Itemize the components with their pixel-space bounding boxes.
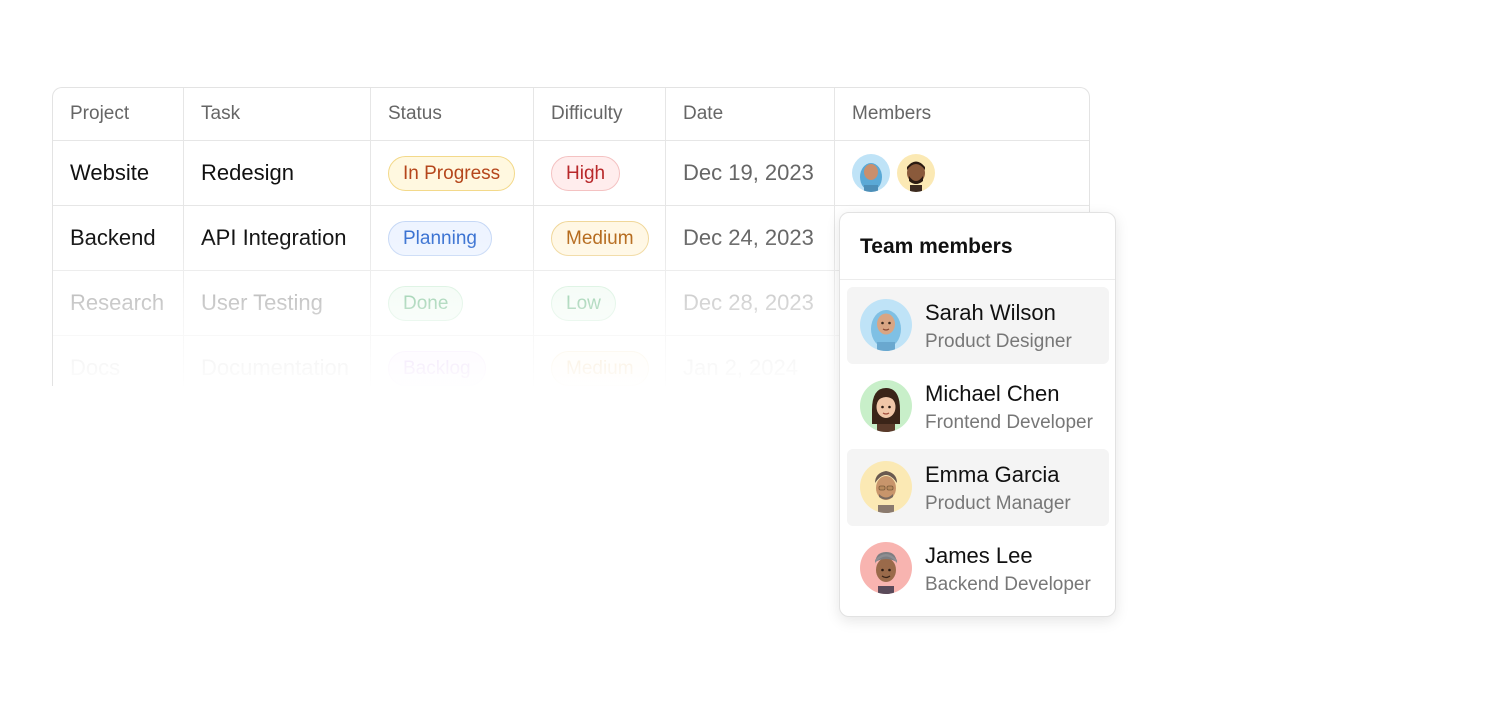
member-avatar[interactable] [852, 154, 890, 192]
member-role: Frontend Developer [925, 412, 1093, 433]
member-role: Product Manager [925, 493, 1071, 514]
column-header-date[interactable]: Date [666, 88, 835, 141]
project-cell: Docs [53, 336, 184, 386]
difficulty-badge[interactable]: Medium [551, 220, 649, 256]
difficulty-cell: Medium [534, 336, 666, 386]
task-cell: Redesign [184, 141, 371, 206]
member-role: Backend Developer [925, 574, 1091, 595]
status-badge[interactable]: Backlog [388, 350, 486, 386]
status-badge[interactable]: In Progress [388, 155, 516, 191]
divider [840, 279, 1115, 280]
member-item-emma-garcia[interactable]: Emma Garcia Product Manager [847, 449, 1109, 526]
members-cell[interactable] [835, 141, 1089, 206]
avatar [860, 461, 912, 513]
column-header-members[interactable]: Members [835, 88, 1089, 141]
avatar-icon [907, 161, 925, 192]
member-name: James Lee [925, 543, 1033, 568]
task-cell: Documentation [184, 336, 371, 386]
difficulty-badge[interactable]: Medium [551, 350, 649, 386]
avatar-icon [875, 552, 897, 594]
difficulty-badge[interactable]: Low [551, 285, 616, 321]
column-header-project[interactable]: Project [53, 88, 184, 141]
date-cell: Dec 19, 2023 [666, 141, 835, 206]
member-item-michael-chen[interactable]: Michael Chen Frontend Developer [847, 368, 1109, 445]
difficulty-cell: Medium [534, 206, 666, 271]
avatar [860, 542, 912, 594]
member-name: Sarah Wilson [925, 300, 1056, 325]
status-cell: Planning [371, 206, 534, 271]
status-cell: Backlog [371, 336, 534, 386]
table-row[interactable]: Website Redesign In Progress High Dec 19… [53, 141, 1089, 206]
task-cell: API Integration [184, 206, 371, 271]
member-item-james-lee[interactable]: James Lee Backend Developer [847, 530, 1109, 607]
avatar-icon [871, 310, 901, 351]
column-header-task[interactable]: Task [184, 88, 371, 141]
status-cell: Done [371, 271, 534, 336]
table-header-row: Project Task Status Difficulty Date Memb… [53, 88, 1089, 141]
column-header-status[interactable]: Status [371, 88, 534, 141]
status-badge[interactable]: Done [388, 285, 464, 321]
date-cell: Dec 24, 2023 [666, 206, 835, 271]
date-cell: Jan 2, 2024 [666, 336, 835, 386]
avatar-icon [872, 388, 900, 432]
member-name: Emma Garcia [925, 462, 1060, 487]
project-cell: Research [53, 271, 184, 336]
member-name: Michael Chen [925, 381, 1060, 406]
date-cell: Dec 28, 2023 [666, 271, 835, 336]
column-header-difficulty[interactable]: Difficulty [534, 88, 666, 141]
project-cell: Website [53, 141, 184, 206]
member-avatar[interactable] [897, 154, 935, 192]
project-cell: Backend [53, 206, 184, 271]
difficulty-cell: Low [534, 271, 666, 336]
avatar [860, 299, 912, 351]
member-item-sarah-wilson[interactable]: Sarah Wilson Product Designer [847, 287, 1109, 364]
task-cell: User Testing [184, 271, 371, 336]
status-cell: In Progress [371, 141, 534, 206]
avatar [860, 380, 912, 432]
member-role: Product Designer [925, 331, 1072, 352]
popover-title: Team members [860, 235, 1013, 258]
difficulty-cell: High [534, 141, 666, 206]
avatar-icon [875, 471, 897, 513]
difficulty-badge[interactable]: High [551, 155, 621, 191]
avatar-icon [860, 163, 882, 192]
team-members-popover: Team members Sarah Wilson Product Design… [839, 212, 1116, 617]
status-badge[interactable]: Planning [388, 220, 492, 256]
